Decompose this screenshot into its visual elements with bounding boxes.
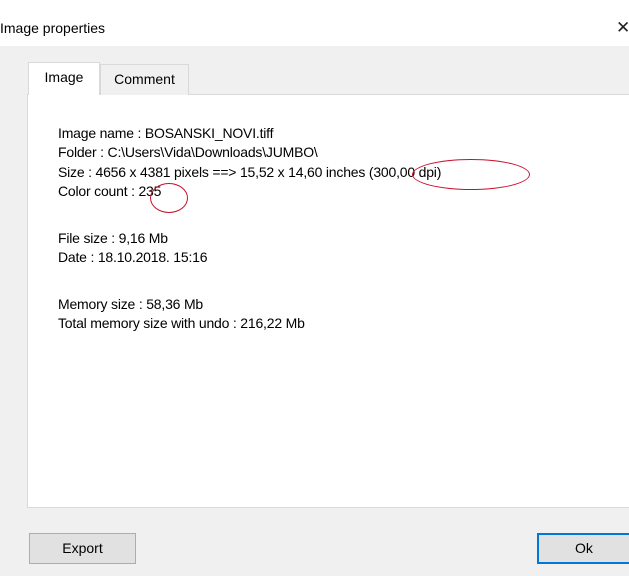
window-title: Image properties [0, 20, 106, 36]
file-size-text: File size : 9,16 Mb [58, 230, 168, 246]
total-memory-text: Total memory size with undo : 216,22 Mb [58, 315, 305, 331]
tab-comment[interactable]: Comment [100, 64, 189, 95]
tab-image[interactable]: Image [28, 62, 100, 95]
folder-text: Folder : C:\Users\Vida\Downloads\JUMBO\ [58, 144, 318, 160]
color-count-text: Color count : 235 [58, 183, 162, 199]
ok-button[interactable]: Ok [537, 533, 629, 564]
export-button[interactable]: Export [29, 533, 136, 564]
date-text: Date : 18.10.2018. 15:16 [58, 249, 208, 265]
size-text: Size : 4656 x 4381 pixels ==> 15,52 x 14… [58, 164, 442, 180]
close-icon[interactable]: ✕ [616, 17, 629, 39]
title-bar: Image properties ✕ [0, 0, 629, 46]
image-name-text: Image name : BOSANSKI_NOVI.tiff [58, 125, 274, 141]
memory-size-text: Memory size : 58,36 Mb [58, 296, 203, 312]
